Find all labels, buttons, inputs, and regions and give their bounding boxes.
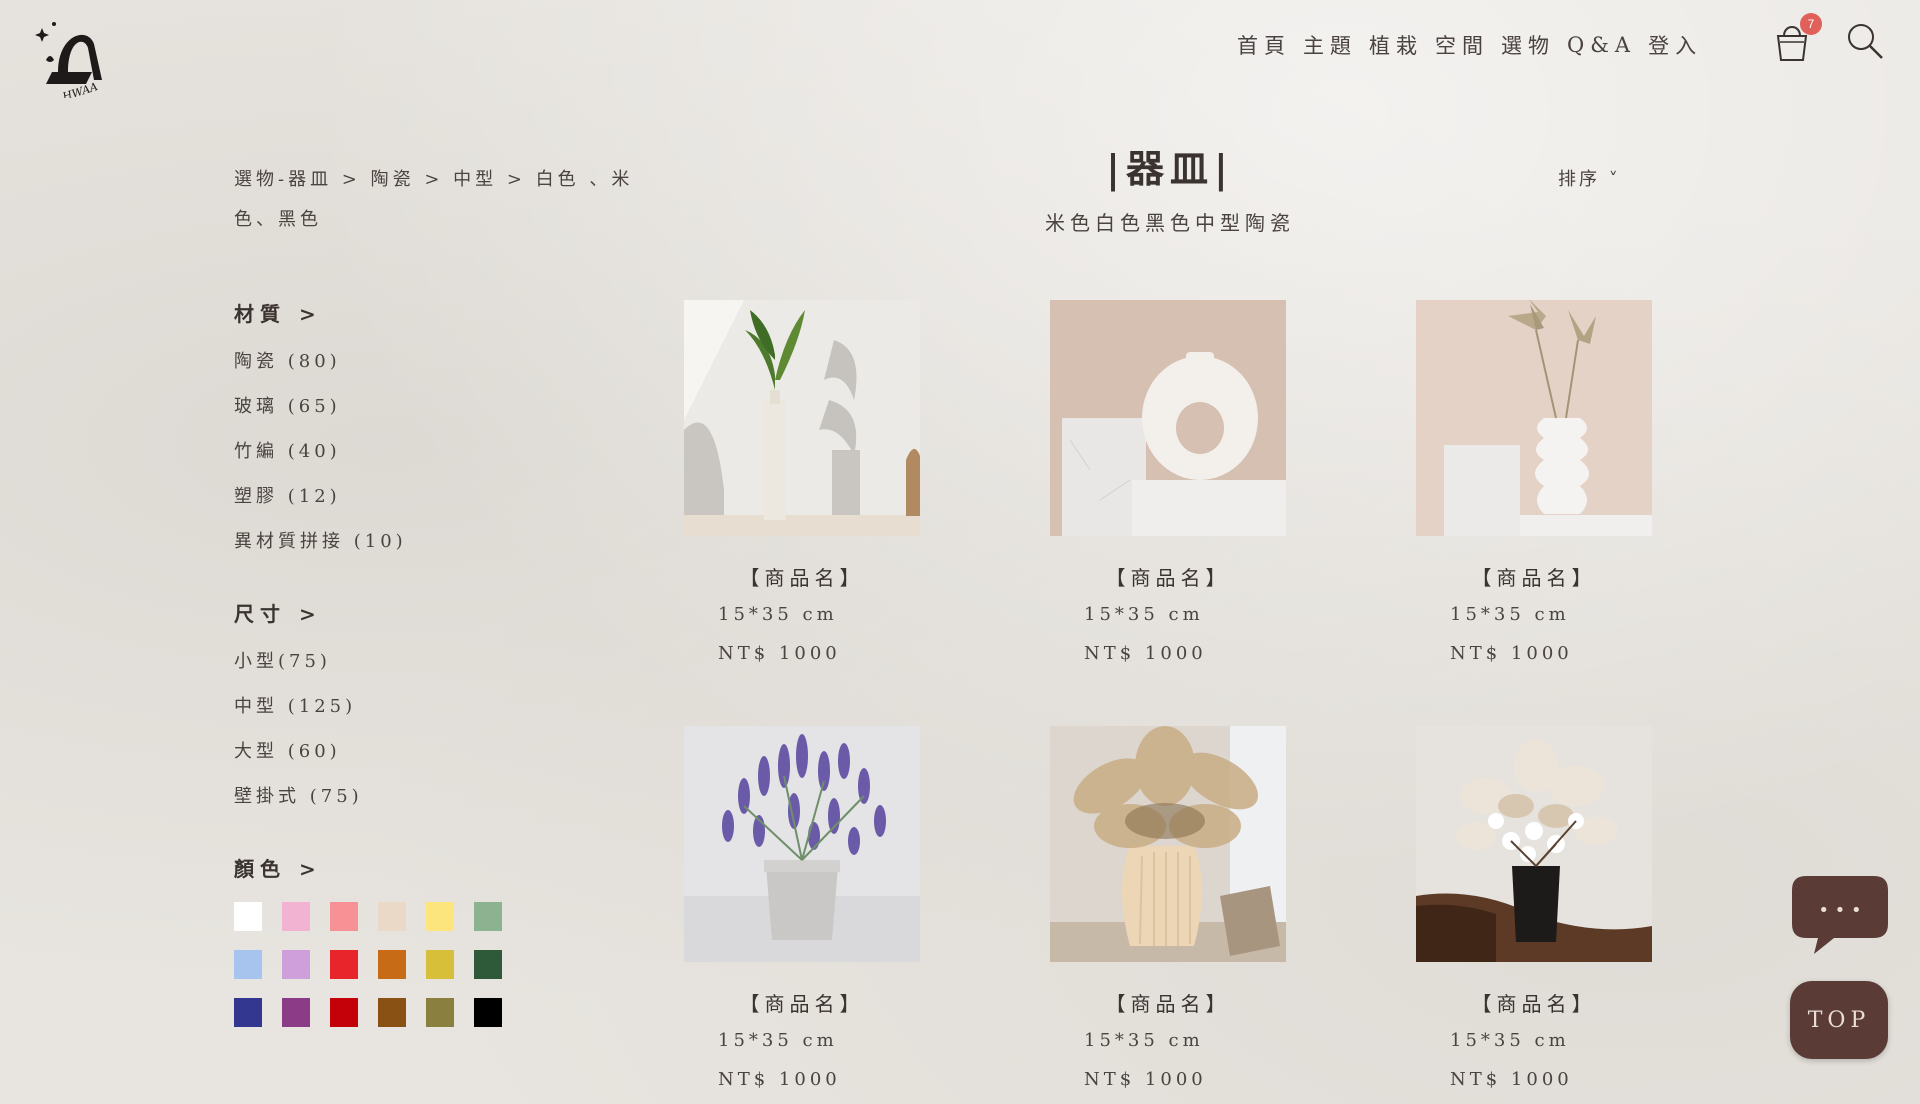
product-price: NT$ 1000 — [1084, 1069, 1207, 1090]
search-icon[interactable] — [1845, 22, 1885, 62]
nav-plants[interactable]: 植栽 — [1369, 30, 1423, 60]
product-card[interactable]: 【商品名】 15*35 cm NT$ 1000 — [1416, 300, 1652, 669]
product-price: NT$ 1000 — [718, 643, 841, 664]
product-card[interactable]: 【商品名】 15*35 cm NT$ 1000 — [684, 726, 920, 1095]
product-price: NT$ 1000 — [1450, 643, 1573, 664]
color-swatch[interactable] — [474, 902, 502, 931]
color-swatches — [234, 902, 594, 1027]
product-name[interactable]: 【商品名】 — [1416, 988, 1652, 1017]
color-swatch[interactable] — [234, 950, 262, 979]
product-image-lavender-pot[interactable] — [684, 726, 920, 962]
nav-home[interactable]: 首頁 — [1237, 30, 1291, 60]
product-size: 15*35 cm — [1084, 1030, 1204, 1051]
color-swatch[interactable] — [474, 950, 502, 979]
chat-dots: • • • — [1818, 900, 1861, 921]
color-swatch[interactable] — [426, 950, 454, 979]
page-subtitle: 米色白色黑色中型陶瓷 — [1045, 211, 1295, 235]
color-swatch[interactable] — [282, 998, 310, 1027]
hwaa-logo[interactable]: HWAA — [28, 14, 112, 98]
product-price: NT$ 1000 — [1450, 1069, 1573, 1090]
filter-item[interactable]: 竹編 (40) — [234, 429, 594, 474]
color-swatch[interactable] — [330, 998, 358, 1027]
product-image-wavy-vase[interactable] — [1416, 300, 1652, 536]
product-name[interactable]: 【商品名】 — [684, 562, 920, 591]
main-nav: 首頁 主題 植栽 空間 選物 Q&A 登入 — [1237, 30, 1714, 60]
product-image-donut-vase[interactable] — [1050, 300, 1286, 536]
filter-item[interactable]: 異材質拼接 (10) — [234, 519, 594, 564]
filter-title-color[interactable]: 顏色 > — [234, 853, 594, 882]
sort-dropdown[interactable]: 排序 ˅ — [1558, 165, 1621, 191]
color-swatch[interactable] — [282, 950, 310, 979]
product-size: 15*35 cm — [1450, 1030, 1570, 1051]
product-size: 15*35 cm — [1450, 604, 1570, 625]
product-size: 15*35 cm — [718, 1030, 838, 1051]
breadcrumb[interactable]: 選物-器皿 > 陶瓷 > 中型 > 白色 、米色、黑色 — [234, 160, 654, 240]
product-image-bottle-vase[interactable] — [684, 300, 920, 536]
filter-item[interactable]: 陶瓷 (80) — [234, 339, 594, 384]
filter-group-material: 材質 > 陶瓷 (80) 玻璃 (65) 竹編 (40) 塑膠 (12) 異材質… — [234, 298, 594, 564]
product-card[interactable]: 【商品名】 15*35 cm NT$ 1000 — [1050, 726, 1286, 1095]
color-swatch[interactable] — [282, 902, 310, 931]
product-image-pampas-vase[interactable] — [1050, 726, 1286, 962]
product-size: 15*35 cm — [1084, 604, 1204, 625]
chat-bubble-icon[interactable]: • • • — [1790, 872, 1890, 958]
product-name[interactable]: 【商品名】 — [684, 988, 920, 1017]
cart-count-badge: 7 — [1800, 13, 1822, 35]
product-card[interactable]: 【商品名】 15*35 cm NT$ 1000 — [684, 300, 920, 669]
filter-group-size: 尺寸 > 小型(75) 中型 (125) 大型 (60) 壁掛式 (75) — [234, 598, 594, 819]
color-swatch[interactable] — [234, 998, 262, 1027]
color-swatch[interactable] — [378, 950, 406, 979]
color-swatch[interactable] — [330, 950, 358, 979]
filter-item[interactable]: 大型 (60) — [234, 729, 594, 774]
product-image-cotton-bouquet[interactable] — [1416, 726, 1652, 962]
nav-spaces[interactable]: 空間 — [1435, 30, 1489, 60]
color-swatch[interactable] — [474, 998, 502, 1027]
color-swatch[interactable] — [426, 902, 454, 931]
filter-item[interactable]: 小型(75) — [234, 639, 594, 684]
filter-sidebar: 材質 > 陶瓷 (80) 玻璃 (65) 竹編 (40) 塑膠 (12) 異材質… — [234, 298, 594, 1061]
filter-title-material[interactable]: 材質 > — [234, 298, 594, 327]
color-swatch[interactable] — [378, 902, 406, 931]
product-card[interactable]: 【商品名】 15*35 cm NT$ 1000 — [1416, 726, 1652, 1095]
product-name[interactable]: 【商品名】 — [1050, 988, 1286, 1017]
filter-item[interactable]: 塑膠 (12) — [234, 474, 594, 519]
title-block: |器皿| 米色白色黑色中型陶瓷 — [1000, 138, 1340, 236]
nav-shop[interactable]: 選物 — [1501, 30, 1555, 60]
color-swatch[interactable] — [426, 998, 454, 1027]
product-price: NT$ 1000 — [1084, 643, 1207, 664]
nav-themes[interactable]: 主題 — [1303, 30, 1357, 60]
product-card[interactable]: 【商品名】 15*35 cm NT$ 1000 — [1050, 300, 1286, 669]
filter-item[interactable]: 壁掛式 (75) — [234, 774, 594, 819]
nav-qa[interactable]: Q&A — [1567, 33, 1636, 57]
page-title: |器皿| — [1106, 146, 1234, 191]
product-name[interactable]: 【商品名】 — [1050, 562, 1286, 591]
color-swatch[interactable] — [378, 998, 406, 1027]
back-to-top-button[interactable]: TOP — [1790, 981, 1888, 1059]
filter-group-color: 顏色 > — [234, 853, 594, 1027]
color-swatch[interactable] — [234, 902, 262, 931]
filter-title-size[interactable]: 尺寸 > — [234, 598, 594, 627]
filter-item[interactable]: 玻璃 (65) — [234, 384, 594, 429]
filter-item[interactable]: 中型 (125) — [234, 684, 594, 729]
color-swatch[interactable] — [330, 902, 358, 931]
product-size: 15*35 cm — [718, 604, 838, 625]
nav-login[interactable]: 登入 — [1648, 30, 1702, 60]
product-price: NT$ 1000 — [718, 1069, 841, 1090]
product-name[interactable]: 【商品名】 — [1416, 562, 1652, 591]
page: HWAA 首頁 主題 植栽 空間 選物 Q&A 登入 7 選物-器皿 > 陶瓷 … — [0, 0, 1920, 1104]
